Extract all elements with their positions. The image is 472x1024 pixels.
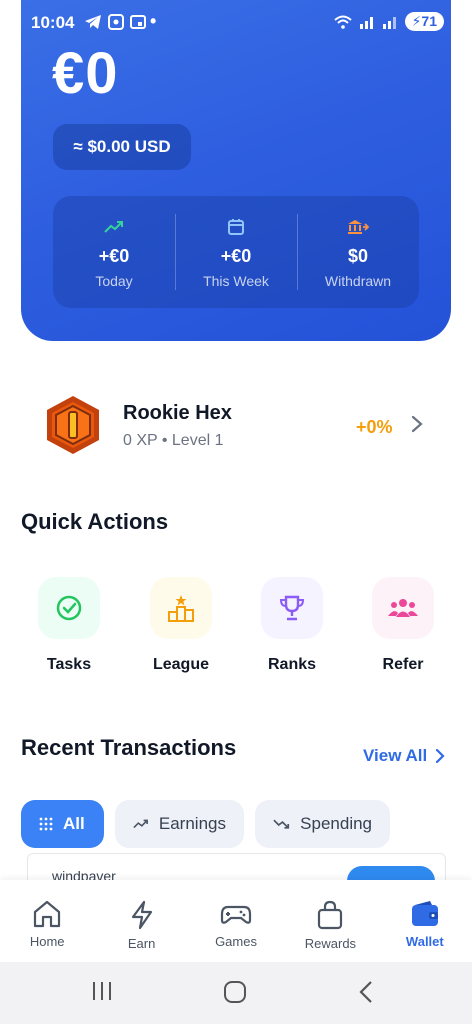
view-all-link[interactable]: View All [363, 746, 445, 766]
stat-this-week: +€0 This Week [175, 196, 297, 308]
stat-label: Withdrawn [324, 272, 392, 289]
status-time: 10:04 [31, 13, 75, 32]
battery-level: 71 [421, 13, 437, 29]
nav-earn[interactable]: Earn [94, 880, 188, 964]
notification-dot: • [150, 11, 157, 31]
quick-action-label: Ranks [267, 656, 317, 673]
chevron-right-icon [436, 748, 445, 764]
trophy-icon [279, 595, 305, 621]
notification-icons [84, 14, 146, 30]
battery-indicator: ⚡71 [404, 12, 444, 31]
quick-action-refer[interactable]: Refer [358, 577, 448, 674]
quick-action-label: Tasks [46, 656, 92, 673]
chevron-right-icon[interactable] [410, 414, 424, 434]
nav-label: Earn [127, 936, 156, 951]
stats-panel: +€0 Today +€0 This Week $0 Withdrawn [53, 196, 419, 308]
cast-icon [130, 15, 146, 29]
quick-action-league[interactable]: League [136, 577, 226, 674]
quick-action-tasks[interactable]: Tasks [24, 577, 114, 674]
stat-value: +€0 [220, 245, 252, 266]
back-icon[interactable] [357, 980, 375, 1004]
view-all-label: View All [363, 746, 428, 765]
quick-action-ranks[interactable]: Ranks [247, 577, 337, 674]
tasks-tile[interactable] [38, 577, 100, 639]
stat-value: +€0 [98, 245, 130, 266]
refer-tile[interactable] [372, 577, 434, 639]
league-tile[interactable] [150, 577, 212, 639]
stat-label: Today [95, 272, 133, 289]
home-icon [34, 900, 61, 928]
trending-up-icon [104, 220, 123, 233]
filter-label: Earnings [158, 814, 226, 833]
stat-today: +€0 Today [53, 196, 175, 308]
filter-earnings[interactable]: Earnings [115, 800, 244, 848]
signal-icon [359, 16, 373, 29]
stat-value: $0 [347, 245, 369, 266]
stat-label: This Week [203, 272, 269, 289]
nav-home[interactable]: Home [0, 880, 94, 964]
level-subtitle: 0 XP • Level 1 [123, 432, 224, 449]
ranks-tile[interactable] [261, 577, 323, 639]
rank-badge-icon [47, 396, 99, 454]
bottom-navigation: Home Earn Games Rewards Wallet [0, 880, 472, 964]
screenshot-icon [108, 14, 124, 30]
check-circle-icon [56, 595, 82, 621]
filter-all[interactable]: All [21, 800, 104, 848]
nav-wallet[interactable]: Wallet [378, 880, 472, 964]
bank-icon [348, 219, 369, 234]
level-name: Rookie Hex [123, 402, 232, 424]
bag-icon [318, 900, 343, 930]
wifi-icon [333, 15, 352, 29]
quick-action-label: Refer [382, 656, 424, 673]
balance-amount: €0 [52, 41, 119, 106]
nav-games[interactable]: Games [189, 880, 283, 964]
nav-rewards[interactable]: Rewards [283, 880, 377, 964]
recent-apps-icon[interactable] [91, 980, 113, 1002]
level-progress: +0% [356, 417, 393, 437]
gamepad-icon [220, 905, 252, 924]
grid-icon [39, 817, 53, 831]
podium-icon [168, 595, 194, 622]
signal-icon-2 [382, 16, 396, 29]
system-navigation-bar [0, 962, 472, 1024]
nav-label: Rewards [304, 936, 357, 951]
stat-withdrawn: $0 Withdrawn [297, 196, 419, 308]
system-status-icons: ⚡71 [333, 12, 444, 31]
lightning-icon [131, 900, 152, 930]
calendar-icon [228, 218, 244, 235]
trending-down-icon [273, 819, 290, 829]
filter-label: All [63, 814, 85, 833]
quick-actions-title: Quick Actions [21, 509, 169, 534]
nav-label: Home [29, 934, 65, 949]
quick-action-label: League [152, 656, 209, 673]
filter-label: Spending [300, 814, 372, 833]
nav-label: Wallet [405, 934, 444, 949]
nav-label: Games [215, 934, 257, 949]
status-bar: 10:04 • ⚡71 [0, 0, 472, 48]
users-icon [388, 599, 418, 617]
telegram-icon [85, 15, 101, 29]
usd-equivalent: ≈ $0.00 USD [53, 124, 191, 170]
trending-up-icon [133, 819, 148, 829]
recent-transactions-title: Recent Transactions [21, 735, 237, 760]
filter-spending[interactable]: Spending [255, 800, 390, 848]
level-row[interactable]: Rookie Hex 0 XP • Level 1 +0% [0, 390, 472, 460]
wallet-icon [411, 901, 438, 926]
home-button-icon[interactable] [223, 980, 247, 1004]
